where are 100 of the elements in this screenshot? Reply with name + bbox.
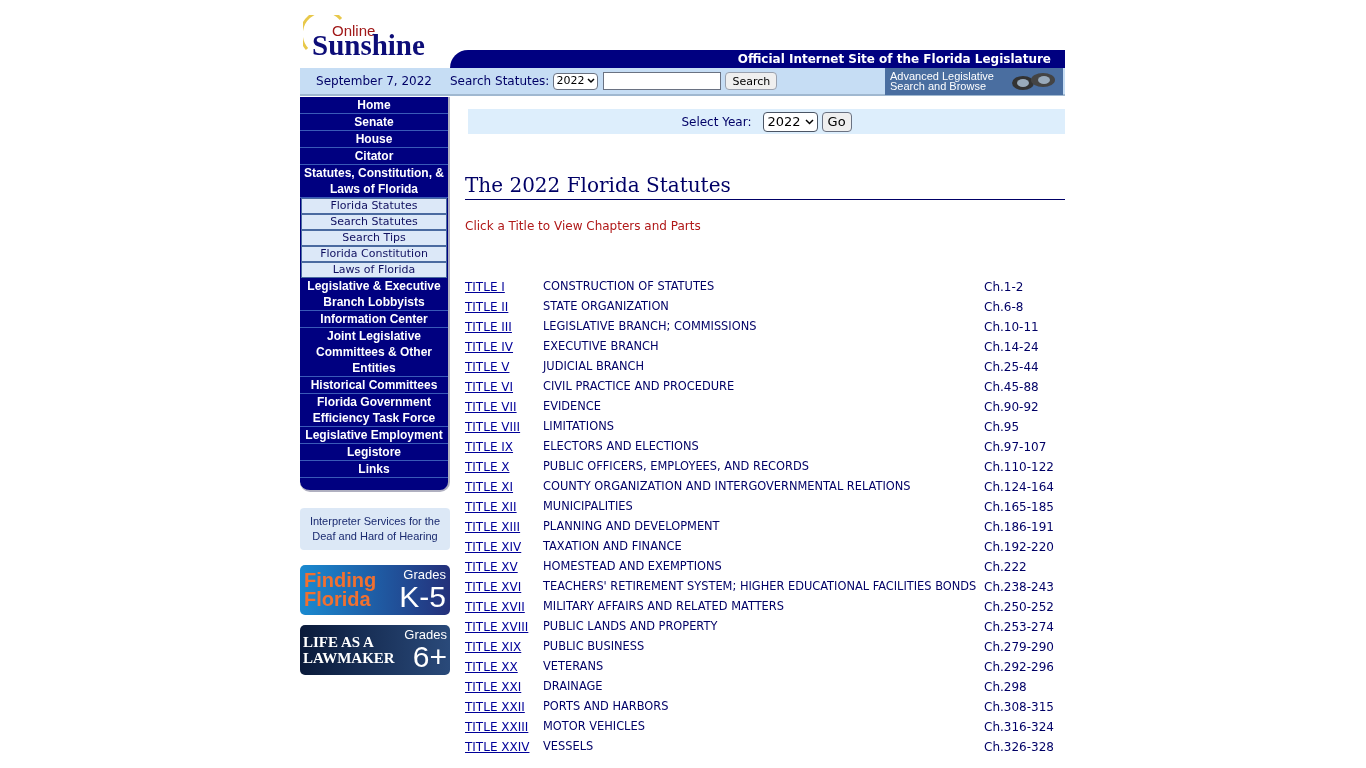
- chapter-range: Ch.308-315: [984, 699, 1054, 716]
- instruction-text: Click a Title to View Chapters and Parts: [465, 218, 702, 235]
- binoculars-icon: [1011, 70, 1057, 92]
- advanced-search-link[interactable]: Advanced Legislative Search and Browse: [885, 67, 1063, 95]
- title-name: EVIDENCE: [543, 398, 602, 416]
- chevron-down-icon: [587, 78, 596, 84]
- title-name: VETERANS: [543, 658, 605, 676]
- chapter-range: Ch.326-328: [984, 739, 1054, 756]
- year-dropdown[interactable]: 2022: [553, 72, 599, 90]
- menu-item[interactable]: Citator: [300, 148, 448, 165]
- submenu-item[interactable]: Laws of Florida: [301, 262, 447, 278]
- title-link[interactable]: TITLE V: [465, 358, 543, 376]
- chapter-range: Ch.97-107: [984, 439, 1047, 456]
- year-dropdown[interactable]: 2022: [763, 111, 818, 132]
- title-link[interactable]: TITLE XII: [465, 498, 543, 516]
- title-link[interactable]: TITLE XXI: [465, 678, 543, 696]
- select-year-label: Select Year:: [681, 113, 752, 131]
- chapter-range: Ch.165-185: [984, 499, 1054, 516]
- chapter-range: Ch.298: [984, 679, 1027, 696]
- chapter-range: Ch.250-252: [984, 599, 1054, 616]
- submenu-item[interactable]: Florida Constitution: [301, 246, 447, 262]
- menu-item[interactable]: Information Center: [300, 311, 448, 328]
- chapter-range: Ch.110-122: [984, 459, 1054, 476]
- menu-item[interactable]: Historical Committees: [300, 377, 448, 394]
- title-name: ELECTORS AND ELECTIONS: [543, 438, 700, 456]
- title-link[interactable]: TITLE XIV: [465, 538, 543, 556]
- tagline-text: Official Internet Site of the Florida Legislature: [737, 53, 1051, 65]
- title-link[interactable]: TITLE II: [465, 298, 543, 316]
- chapter-range: Ch.279-290: [984, 639, 1054, 656]
- title-name: PUBLIC OFFICERS, EMPLOYEES, AND RECORDS: [543, 458, 810, 476]
- title-link[interactable]: TITLE XXIV: [465, 738, 543, 756]
- search-field[interactable]: [603, 72, 722, 90]
- title-name: JUDICIAL BRANCH: [543, 358, 645, 376]
- chapter-range: Ch.316-324: [984, 719, 1054, 736]
- title-link[interactable]: TITLE VI: [465, 378, 543, 396]
- search-button[interactable]: Search: [725, 72, 778, 90]
- chapter-range: Ch.124-164: [984, 479, 1054, 496]
- title-link[interactable]: TITLE XXIII: [465, 718, 543, 736]
- title-name: DRAINAGE: [543, 678, 604, 696]
- title-name: HOMESTEAD AND EXEMPTIONS: [543, 558, 723, 576]
- chapter-range: Ch.238-243: [984, 579, 1054, 596]
- title-link[interactable]: TITLE XVI: [465, 578, 543, 596]
- chapter-range: Ch.45-88: [984, 379, 1039, 396]
- life-as-a-lawmaker-banner[interactable]: LIFE AS A LAWMAKER Grades 6+: [300, 625, 450, 675]
- title-name: MUNICIPALITIES: [543, 498, 634, 516]
- title-name: COUNTY ORGANIZATION AND INTERGOVERNMENTAL RELATIONS: [543, 478, 912, 496]
- title-link[interactable]: TITLE XIII: [465, 518, 543, 536]
- chapter-range: Ch.1-2: [984, 279, 1024, 296]
- menu-item[interactable]: House: [300, 131, 448, 148]
- menu-item[interactable]: Home: [300, 97, 448, 114]
- submenu-item[interactable]: Search Statutes: [301, 214, 447, 230]
- title-name: PUBLIC LANDS AND PROPERTY: [543, 618, 719, 636]
- title-link[interactable]: TITLE VII: [465, 398, 543, 416]
- menu-item[interactable]: Legislative & Executive Branch Lobbyists: [300, 278, 448, 311]
- chapter-range: Ch.6-8: [984, 299, 1024, 316]
- chapter-range: Ch.292-296: [984, 659, 1054, 676]
- title-link[interactable]: TITLE XIX: [465, 638, 543, 656]
- menu-item[interactable]: Joint Legislative Committees & Other Entities: [300, 328, 448, 377]
- title-name: TEACHERS' RETIREMENT SYSTEM; HIGHER EDUCATIONAL FACILITIES BONDS: [543, 578, 978, 596]
- menu-item[interactable]: Florida Government Efficiency Task Force: [300, 394, 448, 427]
- title-link[interactable]: TITLE XVII: [465, 598, 543, 616]
- title-link[interactable]: TITLE III: [465, 318, 543, 336]
- chapter-range: Ch.186-191: [984, 519, 1054, 536]
- page-heading: The 2022 Florida Statutes: [465, 173, 1065, 200]
- title-link[interactable]: TITLE I: [465, 278, 543, 296]
- menu-item[interactable]: Links: [300, 461, 448, 478]
- chapter-range: Ch.253-274: [984, 619, 1054, 636]
- title-link[interactable]: TITLE XVIII: [465, 618, 543, 636]
- title-link[interactable]: TITLE XX: [465, 658, 543, 676]
- title-name: PORTS AND HARBORS: [543, 698, 670, 716]
- search-label: Search Statutes:: [450, 73, 550, 90]
- title-link[interactable]: TITLE IX: [465, 438, 543, 456]
- chapter-range: Ch.10-11: [984, 319, 1039, 336]
- title-name: CIVIL PRACTICE AND PROCEDURE: [543, 378, 736, 396]
- interpreter-services-link[interactable]: Interpreter Services for the Deaf and Hard of Hearing: [300, 508, 450, 550]
- title-name: MOTOR VEHICLES: [543, 718, 646, 736]
- title-name: LEGISLATIVE BRANCH; COMMISSIONS: [543, 318, 758, 336]
- chapter-range: Ch.25-44: [984, 359, 1039, 376]
- title-link[interactable]: TITLE XI: [465, 478, 543, 496]
- chapter-range: Ch.90-92: [984, 399, 1039, 416]
- title-name: CONSTRUCTION OF STATUTES: [543, 278, 716, 296]
- title-name: EXECUTIVE BRANCH: [543, 338, 660, 356]
- menu-item[interactable]: Senate: [300, 114, 448, 131]
- date-text: September 7, 2022: [315, 73, 433, 90]
- title-link[interactable]: TITLE XV: [465, 558, 543, 576]
- title-link[interactable]: TITLE X: [465, 458, 543, 476]
- title-name: MILITARY AFFAIRS AND RELATED MATTERS: [543, 598, 785, 616]
- title-link[interactable]: TITLE IV: [465, 338, 543, 356]
- chapter-range: Ch.95: [984, 419, 1020, 436]
- title-name: VESSELS: [543, 738, 595, 756]
- title-link[interactable]: TITLE VIII: [465, 418, 543, 436]
- submenu-item[interactable]: Search Tips: [301, 230, 447, 246]
- chapter-range: Ch.222: [984, 559, 1027, 576]
- title-name: PLANNING AND DEVELOPMENT: [543, 518, 721, 536]
- menu-item[interactable]: Legislative Employment: [300, 427, 448, 444]
- go-button[interactable]: Go: [821, 111, 852, 132]
- title-link[interactable]: TITLE XXII: [465, 698, 543, 716]
- submenu-item[interactable]: Florida Statutes: [301, 198, 447, 214]
- menu-item[interactable]: Legistore: [300, 444, 448, 461]
- chapter-range: Ch.14-24: [984, 339, 1039, 356]
